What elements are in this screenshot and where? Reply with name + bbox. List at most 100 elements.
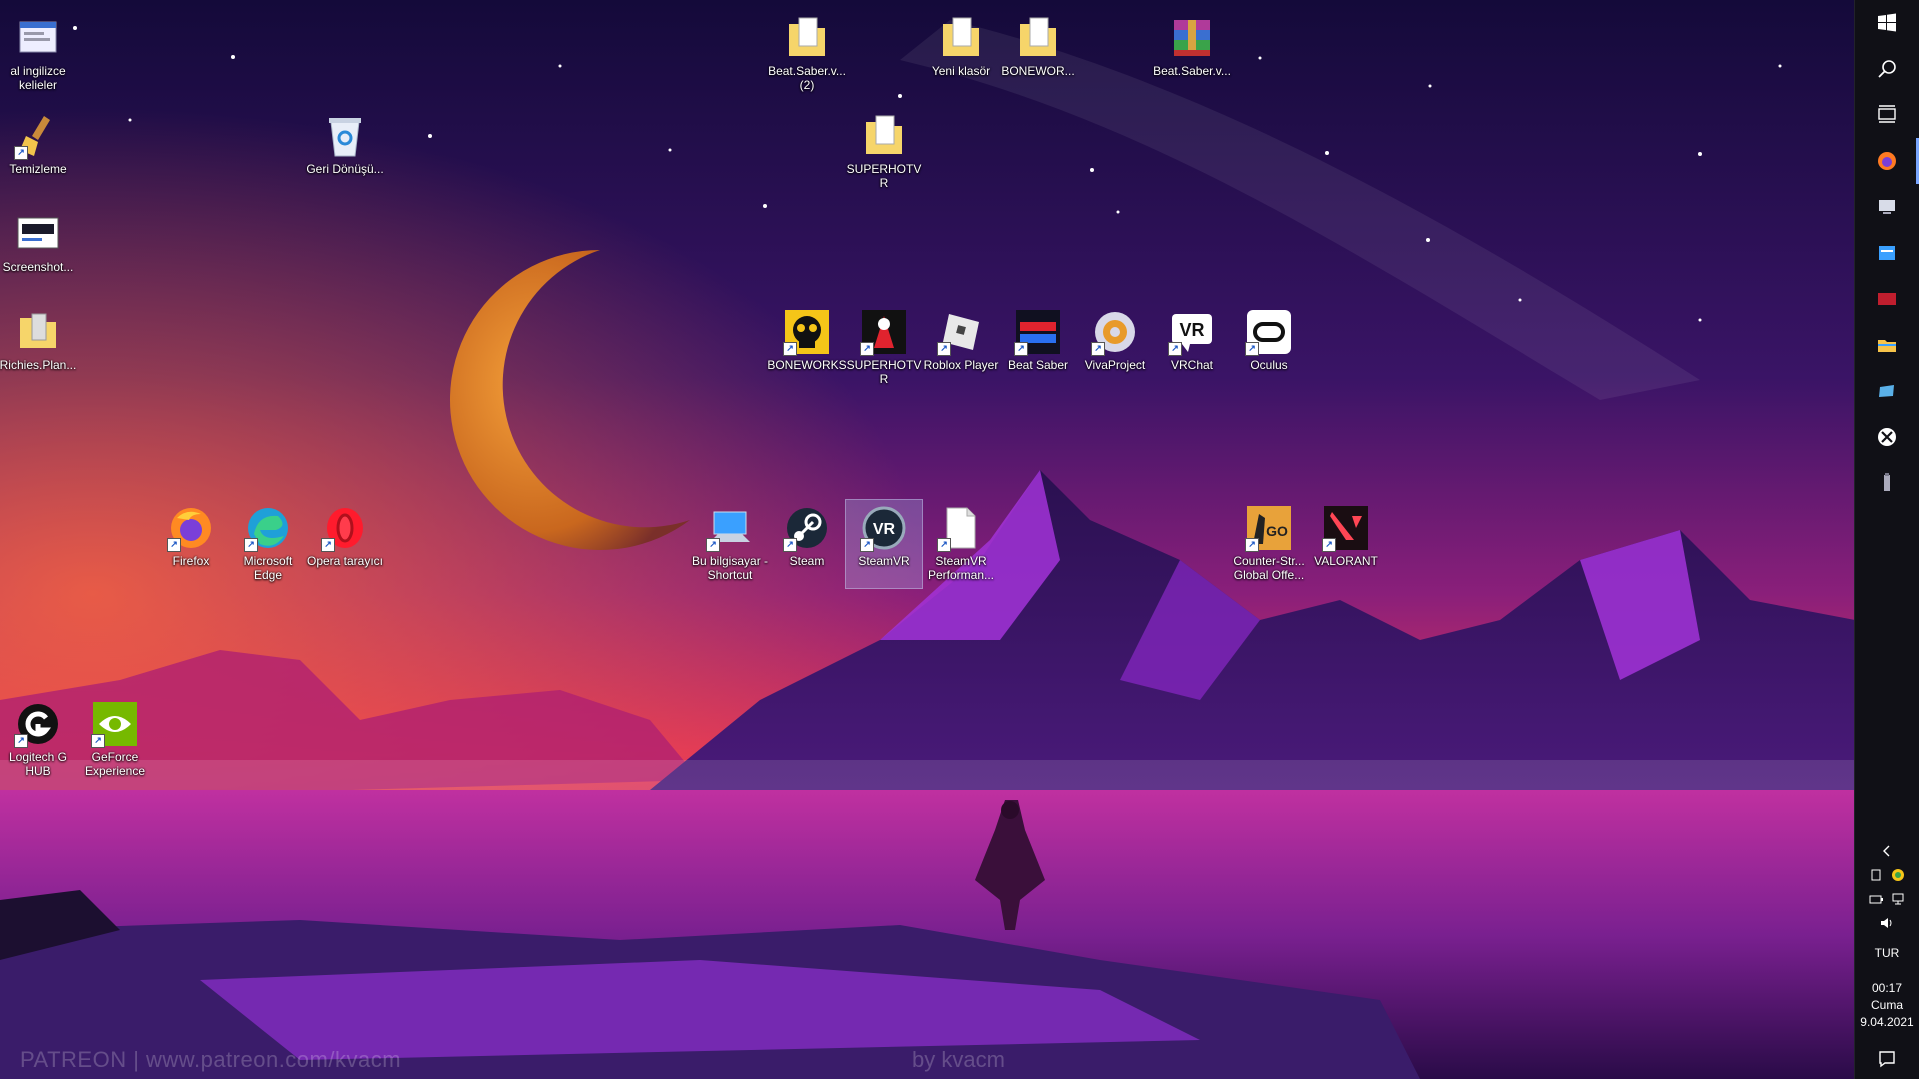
opera-icon: ↗: [321, 504, 369, 552]
taskbar-xbox[interactable]: [1855, 414, 1919, 460]
boneworks-icon: ↗: [783, 308, 831, 356]
shortcut-arrow-icon: ↗: [167, 538, 181, 552]
desktop-icon-label: Beat Saber: [1007, 358, 1069, 372]
language-indicator[interactable]: TUR: [1875, 945, 1900, 962]
search-button[interactable]: [1855, 46, 1919, 92]
usb-drive-icon: [1884, 473, 1890, 491]
taskbar-app-6[interactable]: [1855, 368, 1919, 414]
desktop-icon-vrchat[interactable]: VR ↗ VRChat: [1154, 304, 1230, 392]
desktop-icon-beatsaber-rar[interactable]: Beat.Saber.v...: [1153, 10, 1231, 98]
desktop-icon-bu-bilgisayar[interactable]: ↗ Bu bilgisayar - Shortcut: [692, 500, 768, 588]
screenshot-icon: [14, 210, 62, 258]
desktop-icon-label: Roblox Player: [923, 358, 999, 372]
clock[interactable]: 00:17 Cuma 9.04.2021: [1860, 980, 1913, 1031]
bu-bilgisayar-icon: ↗: [706, 504, 754, 552]
device-icon[interactable]: [1868, 867, 1884, 883]
shortcut-arrow-icon: ↗: [321, 538, 335, 552]
clock-day: Cuma: [1870, 998, 1903, 1012]
task-view-button[interactable]: [1855, 92, 1919, 138]
roblox-icon: ↗: [937, 308, 985, 356]
desktop-icon-superhotvr[interactable]: ↗ SUPERHOTVR: [846, 304, 922, 392]
desktop-icon-csgo[interactable]: GO ↗ Counter-Str... Global Offe...: [1231, 500, 1307, 588]
desktop-icon-label: Bu bilgisayar - Shortcut: [691, 554, 769, 582]
desktop-icon-beat-saber[interactable]: ↗ Beat Saber: [1000, 304, 1076, 392]
steam-icon: ↗: [783, 504, 831, 552]
geforce-icon: ↗: [91, 700, 139, 748]
desktop-icon-yeni-klasor[interactable]: Yeni klasör: [923, 10, 999, 98]
desktop-icon-label: Screenshot...: [2, 260, 74, 274]
desktop-icon-vivaproject[interactable]: ↗ VivaProject: [1077, 304, 1153, 392]
shortcut-arrow-icon: ↗: [783, 538, 797, 552]
search-icon: [1878, 60, 1896, 78]
csgo-icon: GO ↗: [1245, 504, 1293, 552]
system-tray: TUR 00:17 Cuma 9.04.2021: [1855, 839, 1919, 1079]
desktop-icon-beatsaber-folder-2[interactable]: Beat.Saber.v... (2): [768, 10, 846, 98]
desktop-icon-logitech[interactable]: ↗ Logitech G HUB: [0, 696, 76, 784]
desktop-icon-label: Opera tarayıcı: [306, 554, 384, 568]
desktop-icon-firefox[interactable]: ↗ Firefox: [153, 500, 229, 588]
desktop-icon-geri-donusum[interactable]: Geri Dönüşü...: [306, 108, 384, 196]
desktop-icon-boneworks[interactable]: ↗ BONEWORKS: [767, 304, 847, 392]
taskbar-app-4[interactable]: [1855, 276, 1919, 322]
shortcut-arrow-icon: ↗: [860, 342, 874, 356]
desktop-icon-label: SteamVR: [858, 554, 910, 568]
richies-icon: [14, 308, 62, 356]
desktop-icon-label: GeForce Experience: [84, 750, 146, 778]
desktop-icon-label: Temizleme: [9, 162, 67, 176]
desktop-icon-al-ingilizce[interactable]: al ingilizce kelieler: [0, 10, 76, 98]
shortcut-arrow-icon: ↗: [1014, 342, 1028, 356]
desktop-icon-superhotvr-folder[interactable]: SUPERHOTVR: [846, 108, 922, 196]
desktop-icon-label: Steam: [789, 554, 825, 568]
desktop-icon-temizleme[interactable]: ↗ Temizleme: [0, 108, 76, 196]
taskbar-firefox[interactable]: [1855, 138, 1919, 184]
desktop-icon-edge[interactable]: ↗ Microsoft Edge: [230, 500, 306, 588]
volume-icon[interactable]: [1879, 915, 1895, 931]
geforce-tray-icon[interactable]: [1890, 867, 1906, 883]
desktop-icon-oculus[interactable]: ↗ Oculus: [1231, 304, 1307, 392]
svg-text:VR: VR: [1179, 320, 1204, 340]
game-icon: [1878, 293, 1896, 305]
start-button[interactable]: [1855, 0, 1919, 46]
shortcut-arrow-icon: ↗: [91, 734, 105, 748]
notification-icon: [1879, 1051, 1895, 1068]
desktop-icon-valorant[interactable]: ↗ VALORANT: [1308, 500, 1384, 588]
shortcut-arrow-icon: ↗: [244, 538, 258, 552]
taskbar-app-2[interactable]: [1855, 184, 1919, 230]
superhotvr-icon: ↗: [860, 308, 908, 356]
desktop-icon-steam[interactable]: ↗ Steam: [769, 500, 845, 588]
desktop-icon-steamvr[interactable]: VR ↗ SteamVR: [845, 499, 923, 589]
desktop-icon-opera[interactable]: ↗ Opera tarayıcı: [307, 500, 383, 588]
desktop-icon-label: Yeni klasör: [931, 64, 991, 78]
shortcut-arrow-icon: ↗: [1245, 342, 1259, 356]
taskbar-app-3[interactable]: [1855, 230, 1919, 276]
desktop-icon-label: BONEWORKS: [767, 358, 847, 372]
desktop-icon-label: Beat.Saber.v... (2): [768, 64, 846, 92]
folder-icon: [1878, 340, 1896, 352]
edge-icon: ↗: [244, 504, 292, 552]
windows-icon: [1878, 13, 1896, 32]
desktop-icon-label: Beat.Saber.v...: [1153, 64, 1231, 78]
desktop-icon-richies[interactable]: Richies.Plan...: [0, 304, 76, 392]
desktop-icon-steamvr-perf[interactable]: ↗ SteamVR Performan...: [923, 500, 999, 588]
taskbar-file-explorer[interactable]: [1855, 322, 1919, 368]
yeni-klasor-icon: [937, 14, 985, 62]
valorant-icon: ↗: [1322, 504, 1370, 552]
shortcut-arrow-icon: ↗: [706, 538, 720, 552]
desktop-icon-label: al ingilizce kelieler: [10, 64, 66, 92]
clock-time: 00:17: [1871, 981, 1902, 995]
shortcut-arrow-icon: ↗: [937, 538, 951, 552]
taskbar-app-8[interactable]: [1855, 460, 1919, 506]
shortcut-arrow-icon: ↗: [860, 538, 874, 552]
desktop-icon-label: Geri Dönüşü...: [306, 162, 384, 176]
desktop-icon-bonework-folder[interactable]: BONEWOR...: [1000, 10, 1076, 98]
desktop-icon-label: VRChat: [1170, 358, 1214, 372]
desktop-icon-label: Microsoft Edge: [243, 554, 293, 582]
battery-icon[interactable]: [1868, 891, 1884, 907]
bonework-folder-icon: [1014, 14, 1062, 62]
desktop-icon-screenshot[interactable]: Screenshot...: [0, 206, 76, 294]
network-icon[interactable]: [1890, 891, 1906, 907]
action-center-button[interactable]: [1855, 1039, 1919, 1079]
chevron-left-icon[interactable]: [1879, 843, 1895, 859]
desktop-icon-geforce[interactable]: ↗ GeForce Experience: [77, 696, 153, 784]
desktop-icon-roblox[interactable]: ↗ Roblox Player: [923, 304, 999, 392]
